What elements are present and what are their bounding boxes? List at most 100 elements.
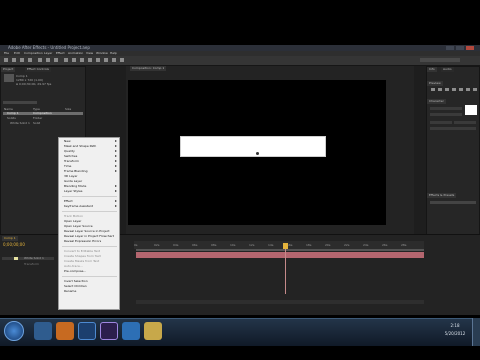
clone-stamp-tool-icon[interactable]: [96, 58, 100, 62]
tab-character[interactable]: Character: [427, 99, 446, 104]
hand-tool-icon[interactable]: [20, 58, 24, 62]
ruler-tick: 12s: [249, 243, 255, 247]
anchor-point-icon[interactable]: [256, 152, 259, 155]
ruler-tick: 04s: [173, 243, 179, 247]
ruler-tick: 20s: [325, 243, 331, 247]
project-row-name[interactable]: Solids: [7, 116, 16, 120]
ruler-tick: 14s: [268, 243, 274, 247]
menu-item-keyframe-assistant[interactable]: Keyframe Assistant: [59, 204, 119, 209]
tab-effect-controls[interactable]: Effect Controls: [25, 67, 51, 72]
fill-color-swatch[interactable]: [465, 105, 477, 115]
explorer-icon[interactable]: [34, 322, 52, 340]
system-clock[interactable]: 2:18 5/20/2012: [442, 322, 468, 338]
rotate-tool-icon[interactable]: [38, 58, 42, 62]
ruler-tick: 22s: [344, 243, 350, 247]
submenu-arrow-icon: [115, 140, 117, 142]
menu-item-rename[interactable]: Rename: [59, 289, 119, 294]
camera-tool-icon[interactable]: [46, 58, 50, 62]
column-size[interactable]: Size: [65, 107, 71, 111]
layer-transform-label: Transform: [24, 262, 39, 266]
submenu-arrow-icon: [115, 170, 117, 172]
ruler-tick: 10s: [230, 243, 236, 247]
timeline-timecode[interactable]: 0;00;00;00: [3, 243, 25, 247]
ruler-tick: 18s: [306, 243, 312, 247]
menu-item-pre-compose[interactable]: Pre-compose...: [59, 269, 119, 274]
rectangle-tool-icon[interactable]: [64, 58, 68, 62]
submenu-arrow-icon: [115, 160, 117, 162]
submenu-arrow-icon: [115, 165, 117, 167]
submenu-arrow-icon: [115, 185, 117, 187]
project-row-type: Folder: [33, 116, 43, 120]
tab-preview[interactable]: Preview: [427, 81, 443, 86]
ruler-tick: 24s: [363, 243, 369, 247]
minimize-button[interactable]: [446, 46, 454, 50]
tracking-field[interactable]: [430, 127, 476, 130]
leading-field[interactable]: [454, 121, 476, 124]
tab-audio[interactable]: Audio: [441, 67, 454, 72]
brush-tool-icon[interactable]: [88, 58, 92, 62]
folder-icon[interactable]: [144, 322, 162, 340]
timeline-zoom-slider[interactable]: [136, 300, 424, 304]
firefox-icon[interactable]: [56, 322, 74, 340]
project-thumbnail: [4, 74, 14, 82]
pen-tool-icon[interactable]: [72, 58, 76, 62]
roto-brush-tool-icon[interactable]: [112, 58, 116, 62]
clock-date: 5/20/2012: [444, 331, 466, 336]
submenu-arrow-icon: [115, 200, 117, 202]
layer-name[interactable]: White Solid 1: [24, 256, 44, 260]
tab-composition[interactable]: Composition: Comp 1: [130, 66, 167, 71]
start-button[interactable]: [4, 321, 24, 341]
tools-toolbar: [0, 56, 480, 66]
selection-tool-icon[interactable]: [12, 58, 16, 62]
ruler-tick: 06s: [192, 243, 198, 247]
ruler-tick: 26s: [382, 243, 388, 247]
project-search-input[interactable]: [3, 101, 37, 104]
submenu-arrow-icon: [115, 150, 117, 152]
letterbox-top: [0, 0, 480, 45]
next-frame-icon[interactable]: [452, 88, 456, 91]
project-row-name[interactable]: White Solid 1: [10, 121, 30, 125]
font-family-dropdown[interactable]: [430, 107, 462, 110]
maximize-button[interactable]: [456, 46, 464, 50]
project-row-name: Comp 1: [7, 111, 19, 115]
ruler-tick: 0s: [134, 243, 138, 247]
close-button[interactable]: [466, 46, 474, 50]
submenu-arrow-icon: [115, 155, 117, 157]
menu-item-layer-styles[interactable]: Layer Styles: [59, 189, 119, 194]
type-tool-icon[interactable]: [80, 58, 84, 62]
work-area-bar[interactable]: [136, 249, 424, 251]
home-tool-icon[interactable]: [4, 58, 8, 62]
tab-info[interactable]: Info: [427, 67, 437, 72]
pan-behind-tool-icon[interactable]: [54, 58, 58, 62]
white-solid-layer[interactable]: [180, 136, 326, 157]
after-effects-icon[interactable]: [100, 322, 118, 340]
font-size-field[interactable]: [430, 121, 452, 124]
menu-separator: [62, 196, 117, 197]
tab-effects-presets[interactable]: Effects & Presets: [427, 193, 457, 198]
time-ruler[interactable]: 0s 02s 04s 06s 08s 10s 12s 14s 16s 18s 2…: [134, 241, 424, 249]
font-style-dropdown[interactable]: [430, 113, 462, 116]
menu-separator: [62, 211, 117, 212]
first-frame-icon[interactable]: [431, 88, 435, 91]
show-desktop-button[interactable]: [472, 318, 480, 346]
puppet-tool-icon[interactable]: [120, 58, 124, 62]
menu-item-reveal-expression-errors[interactable]: Reveal Expression Errors: [59, 239, 119, 244]
clock-time: 2:18: [450, 323, 460, 328]
media-player-icon[interactable]: [122, 322, 140, 340]
menu-separator: [62, 246, 117, 247]
layer-label-color[interactable]: [14, 257, 18, 260]
effects-search-input[interactable]: [430, 201, 476, 204]
tab-timeline[interactable]: Comp 1: [2, 236, 18, 241]
prev-frame-icon[interactable]: [438, 88, 442, 91]
layer-duration-bar[interactable]: [136, 252, 424, 258]
eraser-tool-icon[interactable]: [104, 58, 108, 62]
tab-project[interactable]: Project: [1, 67, 16, 72]
play-icon[interactable]: [445, 88, 449, 91]
audio-icon[interactable]: [466, 88, 470, 91]
last-frame-icon[interactable]: [459, 88, 463, 91]
photoshop-icon[interactable]: [78, 322, 96, 340]
workspace-dropdown[interactable]: [420, 58, 460, 62]
project-row-type: Solid: [33, 121, 41, 125]
zoom-tool-icon[interactable]: [28, 58, 32, 62]
loop-icon[interactable]: [473, 88, 477, 91]
